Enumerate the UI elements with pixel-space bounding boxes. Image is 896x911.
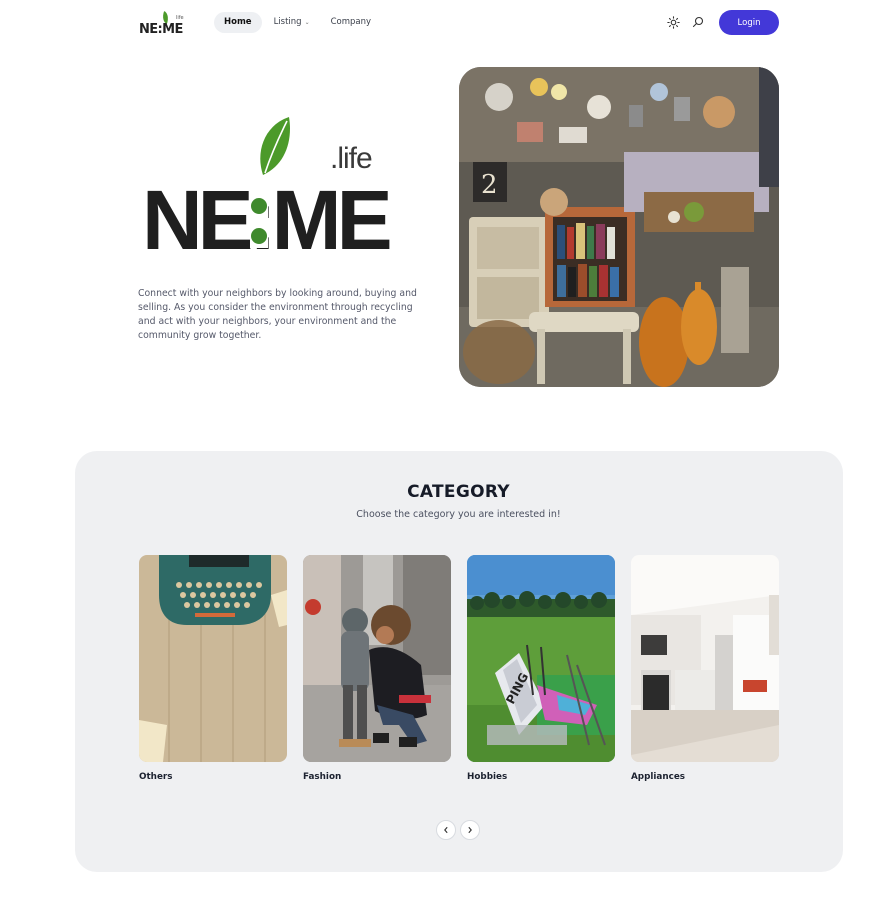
category-image [631,555,779,762]
hero-logo-suffix: .life [330,142,373,175]
category-label: Appliances [631,772,686,782]
brand-logo-word: NE:ME [139,22,183,37]
chevron-down-icon: ⌄ [304,19,310,26]
nav-item-listing[interactable]: Listing ⌄ [265,12,319,33]
category-label: Hobbies [467,772,508,782]
category-subtitle: Choose the category you are interested i… [356,509,561,520]
brand-logo[interactable]: life NE:ME [139,10,189,38]
hero-description: Connect with your neighbors by looking a… [138,288,417,341]
sun-icon[interactable] [665,14,681,30]
category-image [303,555,451,762]
category-card-appliances[interactable]: Appliances [631,555,779,782]
nav-item-company[interactable]: Company [322,12,380,33]
carousel-prev-button[interactable] [436,820,456,840]
leaf-icon [260,117,290,175]
hero-image: 2 [459,67,779,387]
logo-dot-bottom [251,228,267,244]
category-title: CATEGORY [407,482,510,502]
search-icon[interactable] [690,14,706,30]
nav-item-label: Listing [273,17,302,27]
category-card-others[interactable]: Others [139,555,287,782]
carousel-next-button[interactable] [460,820,480,840]
category-image [139,555,287,762]
logo-dot-top [251,198,267,214]
category-card-fashion[interactable]: Fashion [303,555,451,782]
svg-text:2: 2 [481,170,498,200]
site-header: life NE:ME Home Listing ⌄ Company Login [0,0,896,46]
main-nav: Home Listing ⌄ Company [214,12,383,33]
login-button[interactable]: Login [719,10,779,35]
category-label: Fashion [303,772,342,782]
nav-item-label: Company [330,17,372,27]
category-label: Others [139,772,173,782]
nav-item-home[interactable]: Home [214,12,262,33]
brand-logo-suffix: life [176,15,184,21]
hero-logo: .life NE:ME [140,112,393,262]
nav-item-label: Home [224,17,252,27]
chevron-left-icon [444,826,448,834]
category-image: PING [467,555,615,762]
category-card-hobbies[interactable]: PING Hobbies [467,555,615,782]
chevron-right-icon [468,826,472,834]
